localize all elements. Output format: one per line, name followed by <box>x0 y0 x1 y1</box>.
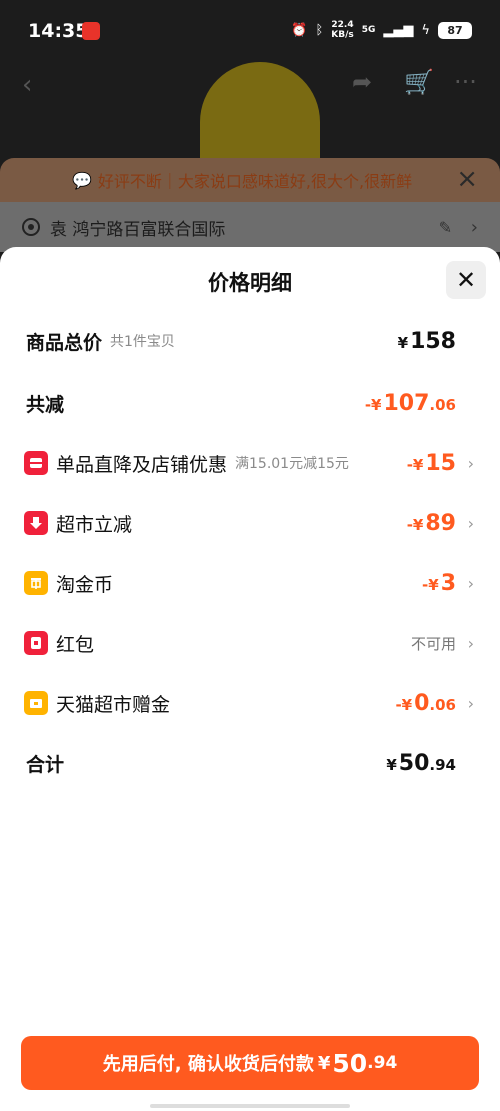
mascot-image <box>200 62 320 162</box>
red-packet-label: 红包 <box>56 633 95 656</box>
address-bar: 袁 鸿宁路百富联合国际 ✎ › <box>0 202 500 252</box>
total-price-sub: 共1件宝贝 <box>110 334 175 350</box>
pay-later-text: 先用后付, 确认收货后付款 <box>102 1054 314 1075</box>
taobao-coin-label: 淘金币 <box>56 573 114 596</box>
signal-icon: ▂▄▆ <box>383 22 414 38</box>
total-reduction-row: 共减 -¥107.06 <box>0 383 500 423</box>
close-icon: ✕ <box>455 266 477 294</box>
pay-later-currency: ¥ <box>317 1052 331 1074</box>
chevron-right-icon: › <box>470 216 478 238</box>
address-text: 袁 鸿宁路百富联合国际 <box>50 219 226 240</box>
red-packet-status: 不可用 <box>410 634 456 653</box>
network-type: 5G <box>361 25 376 35</box>
tag-icon <box>24 451 48 475</box>
pay-later-decimals: .94 <box>367 1053 398 1073</box>
app-notification-icon <box>82 22 100 40</box>
cart-icon: 🛒 <box>404 68 434 96</box>
status-time: 14:35 <box>28 20 89 42</box>
arrow-down-icon <box>24 511 48 535</box>
chevron-right-icon: › <box>467 453 474 473</box>
battery-indicator: 87 <box>438 21 472 39</box>
review-tip: 💬 好评不断｜大家说口感味道好,很大个,很新鲜 <box>72 168 412 192</box>
total-price-amount: ¥158 <box>397 328 456 354</box>
bluetooth-icon: ᛒ <box>315 22 324 38</box>
location-icon <box>22 218 40 236</box>
sum-row: 合计 ¥50.94 <box>0 743 500 783</box>
home-indicator[interactable] <box>150 1104 350 1108</box>
coin-icon <box>24 571 48 595</box>
supermarket-discount-label: 超市立减 <box>56 513 133 536</box>
share-icon: ➦ <box>352 68 373 96</box>
chevron-right-icon: › <box>467 693 474 713</box>
review-tip-bar: 💬 好评不断｜大家说口感味道好,很大个,很新鲜 × <box>0 158 500 202</box>
chevron-right-icon: › <box>467 633 474 653</box>
tip-close-icon: × <box>456 164 478 194</box>
more-icon: ··· <box>454 68 477 96</box>
gift-icon <box>24 691 48 715</box>
sheet-title: 价格明细 <box>208 271 292 295</box>
background-page: ‹ ➦ 🛒 ··· 💬 好评不断｜大家说口感味道好,很大个,很新鲜 × 袁 鸿宁… <box>0 62 500 262</box>
sum-label: 合计 <box>26 753 65 776</box>
alarm-icon: ⏰ <box>291 22 308 38</box>
review-tip-text: 好评不断｜大家说口感味道好,很大个,很新鲜 <box>97 172 413 191</box>
edit-icon: ✎ <box>438 217 452 237</box>
charging-icon: ϟ <box>421 22 430 38</box>
taobao-coin-row[interactable]: 淘金币 -¥3 › <box>0 563 500 603</box>
total-price-label: 商品总价 <box>26 331 103 354</box>
sum-amount: ¥50.94 <box>386 750 456 776</box>
taobao-coin-amount: -¥3 <box>422 570 456 596</box>
red-packet-icon <box>24 631 48 655</box>
discount-item-row[interactable]: 单品直降及店铺优惠 满15.01元减15元 -¥15 › <box>0 443 500 483</box>
pay-later-button[interactable]: 先用后付, 确认收货后付款 ¥50.94 <box>21 1036 479 1090</box>
gift-money-row[interactable]: 天猫超市赠金 -¥0.06 › <box>0 683 500 723</box>
chevron-right-icon: › <box>467 513 474 533</box>
gift-money-label: 天猫超市赠金 <box>56 693 171 716</box>
close-button[interactable]: ✕ <box>446 261 486 299</box>
supermarket-discount-amount: -¥89 <box>406 510 456 536</box>
discount-item-label: 单品直降及店铺优惠 <box>56 453 228 476</box>
total-reduction-amount: -¥107.06 <box>364 390 456 416</box>
status-bar: 14:35 ⏰ ᛒ 22.4 KB/s 5G ▂▄▆ ϟ 87 <box>0 0 500 62</box>
status-icons: ⏰ ᛒ 22.4 KB/s 5G ▂▄▆ ϟ 87 <box>291 20 472 40</box>
pay-later-amount: 50 <box>332 1048 368 1078</box>
gift-money-amount: -¥0.06 <box>395 690 456 716</box>
background-nav: ‹ ➦ 🛒 ··· <box>0 62 500 162</box>
network-speed: 22.4 KB/s <box>331 20 354 40</box>
chevron-right-icon: › <box>467 573 474 593</box>
supermarket-discount-row[interactable]: 超市立减 -¥89 › <box>0 503 500 543</box>
back-icon: ‹ <box>22 70 33 100</box>
chat-icon: 💬 <box>72 170 92 190</box>
price-detail-sheet: 价格明细 ✕ 商品总价 共1件宝贝 ¥158 共减 -¥107.06 单品直降及… <box>0 247 500 1111</box>
discount-item-sub: 满15.01元减15元 <box>235 456 349 472</box>
total-reduction-label: 共减 <box>26 393 65 416</box>
total-price-row: 商品总价 共1件宝贝 ¥158 <box>0 321 500 361</box>
red-packet-row[interactable]: 红包 不可用 › <box>0 623 500 663</box>
discount-item-amount: -¥15 <box>406 450 456 476</box>
